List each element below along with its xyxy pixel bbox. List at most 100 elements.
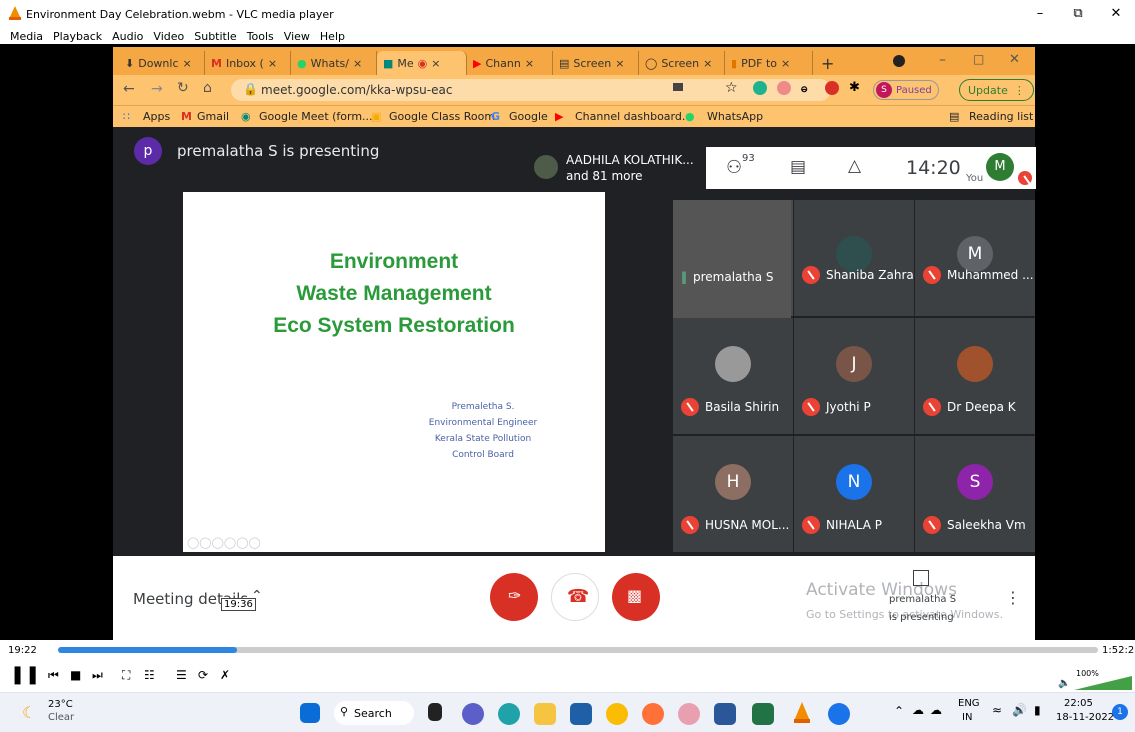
- menu-media[interactable]: Media: [10, 30, 43, 43]
- stop-button[interactable]: ■: [70, 668, 81, 682]
- notification-badge[interactable]: 1: [1112, 704, 1128, 720]
- firefox-icon[interactable]: [642, 703, 664, 725]
- volume-icon[interactable]: 🔊: [1012, 703, 1027, 717]
- menu-help[interactable]: Help: [320, 30, 345, 43]
- participant-tile[interactable]: S Saleekha Vm: [915, 436, 1035, 552]
- minimize-button[interactable]: –: [1021, 0, 1059, 28]
- previous-button[interactable]: ⏮: [48, 668, 59, 683]
- tray-chevron-icon[interactable]: ⌃: [894, 704, 904, 718]
- tab-channel[interactable]: ▶ Chann ×: [467, 51, 553, 75]
- tab-screen-1[interactable]: ▤ Screen ×: [553, 51, 639, 75]
- bookmark-gmail[interactable]: Gmail: [197, 110, 229, 123]
- volume-slider[interactable]: [1074, 676, 1132, 690]
- tray-app-icon[interactable]: ☁: [930, 703, 942, 717]
- forward-arrow-icon[interactable]: →: [151, 81, 163, 97]
- seek-slider[interactable]: [58, 647, 1098, 653]
- windows-start-icon[interactable]: [300, 703, 320, 723]
- puzzle-icon[interactable]: ✱: [849, 80, 860, 95]
- camera-toggle-button[interactable]: ▩: [612, 573, 660, 621]
- profile-paused-button[interactable]: S Paused: [873, 80, 939, 100]
- participant-tile[interactable]: N NIHALA P: [794, 436, 914, 552]
- loop-button[interactable]: ⟳: [198, 668, 208, 682]
- extended-settings-button[interactable]: ☷: [144, 668, 155, 682]
- participant-tile[interactable]: J Jyothi P: [794, 318, 914, 434]
- edge-icon[interactable]: [498, 703, 520, 725]
- bookmark-google[interactable]: Google: [509, 110, 548, 123]
- slide-toolbar-icons[interactable]: ◯◯◯◯◯◯: [187, 536, 261, 549]
- menu-playback[interactable]: Playback: [53, 30, 102, 43]
- pause-button[interactable]: ❚❚: [10, 664, 40, 685]
- participant-tile[interactable]: Shaniba Zahra: [794, 200, 914, 316]
- app-icon[interactable]: [678, 703, 700, 725]
- menu-view[interactable]: View: [284, 30, 310, 43]
- back-arrow-icon[interactable]: ←: [123, 81, 135, 97]
- hangup-button[interactable]: ☎: [551, 573, 599, 621]
- wifi-icon[interactable]: ≈: [992, 703, 1002, 717]
- tab-meet[interactable]: ■ Me ◉ ×: [377, 51, 467, 75]
- tab-downloads[interactable]: ⬇ Downlc ×: [119, 51, 205, 75]
- taskbar-search[interactable]: ⚲ Search: [334, 701, 414, 725]
- tab-search-icon[interactable]: [893, 55, 905, 67]
- url-input[interactable]: 🔒 meet.google.com/kka-wpsu-eac: [231, 79, 831, 101]
- playlist-button[interactable]: ☰: [176, 668, 187, 682]
- bookmark-channel-dashboard[interactable]: Channel dashboard...: [575, 110, 692, 123]
- tab-screen-2[interactable]: ◯ Screen ×: [639, 51, 725, 75]
- bookmark-whatsapp[interactable]: WhatsApp: [707, 110, 763, 123]
- menu-subtitle[interactable]: Subtitle: [194, 30, 236, 43]
- fullscreen-button[interactable]: ⛶: [122, 668, 130, 683]
- participant-tile[interactable]: Basila Shirin: [673, 318, 793, 434]
- extension-icon[interactable]: [753, 81, 767, 95]
- participant-tile[interactable]: M Muhammed ...: [915, 200, 1035, 316]
- update-button[interactable]: Update ⋮: [959, 79, 1034, 101]
- task-view-icon[interactable]: [428, 703, 442, 721]
- mic-toggle-button[interactable]: ✑: [490, 573, 538, 621]
- reading-list[interactable]: Reading list: [969, 110, 1033, 123]
- new-tab-button[interactable]: +: [815, 51, 845, 75]
- menu-audio[interactable]: Audio: [112, 30, 143, 43]
- home-icon[interactable]: ⌂: [203, 80, 212, 96]
- extension-icon-2[interactable]: [777, 81, 791, 95]
- excel-icon[interactable]: [752, 703, 774, 725]
- weather-temp[interactable]: 23°C: [48, 699, 73, 710]
- apps-grid-icon[interactable]: ∷: [123, 110, 130, 123]
- next-button[interactable]: ⏭: [92, 668, 103, 683]
- activities-icon[interactable]: △: [848, 156, 861, 176]
- tray-cloud-icon[interactable]: ☁: [912, 703, 924, 717]
- more-options-icon[interactable]: ⋮: [1005, 588, 1021, 607]
- bookmark-class-room[interactable]: Google Class Room: [389, 110, 495, 123]
- video-frame[interactable]: ⬇ Downlc × M Inbox ( × ● Whats/ × ■ Me ◉ × ▶ C…: [0, 44, 1135, 640]
- menu-tools[interactable]: Tools: [247, 30, 274, 43]
- bookmark-apps[interactable]: Apps: [143, 110, 170, 123]
- store-icon[interactable]: [570, 703, 592, 725]
- chat-app-icon[interactable]: [462, 703, 484, 725]
- people-icon[interactable]: ⚇: [726, 157, 742, 178]
- close-button[interactable]: ✕: [1097, 0, 1135, 28]
- participant-tile[interactable]: Dr Deepa K: [915, 318, 1035, 434]
- window-minimize-icon[interactable]: –: [939, 52, 946, 68]
- other-presenters[interactable]: AADHILA KOLATHIK... and 81 more: [526, 147, 706, 189]
- restore-button[interactable]: ⧉: [1059, 0, 1097, 28]
- chevron-up-icon[interactable]: ⌃: [251, 588, 263, 604]
- bookmark-star-icon[interactable]: ☆: [725, 80, 738, 96]
- bookmark-google-meet[interactable]: Google Meet (form...: [259, 110, 373, 123]
- chat-icon[interactable]: ▤: [790, 157, 806, 177]
- record-extension-icon[interactable]: [825, 81, 839, 95]
- participant-tile[interactable]: H HUSNA MOL...: [673, 436, 793, 552]
- window-maximize-icon[interactable]: □: [973, 52, 984, 66]
- language-indicator[interactable]: ENG: [958, 698, 980, 709]
- window-close-icon[interactable]: ✕: [1009, 52, 1020, 67]
- menu-video[interactable]: Video: [153, 30, 184, 43]
- shuffle-button[interactable]: ✗: [220, 668, 230, 682]
- tab-pdf[interactable]: ▮ PDF to ×: [725, 51, 813, 75]
- file-explorer-icon[interactable]: [534, 703, 556, 725]
- speaker-icon[interactable]: 🔈: [1058, 678, 1070, 689]
- tab-whatsapp[interactable]: ● Whats/ ×: [291, 51, 377, 75]
- tab-inbox[interactable]: M Inbox ( ×: [205, 51, 291, 75]
- word-icon[interactable]: [714, 703, 736, 725]
- battery-icon[interactable]: ▮: [1034, 703, 1041, 717]
- chrome-icon[interactable]: [606, 703, 628, 725]
- chrome-profile-icon[interactable]: [828, 703, 850, 725]
- extension-icon-3[interactable]: ဓ: [801, 80, 808, 98]
- clock-time[interactable]: 22:05: [1064, 698, 1093, 709]
- vlc-taskbar-icon[interactable]: [792, 702, 812, 724]
